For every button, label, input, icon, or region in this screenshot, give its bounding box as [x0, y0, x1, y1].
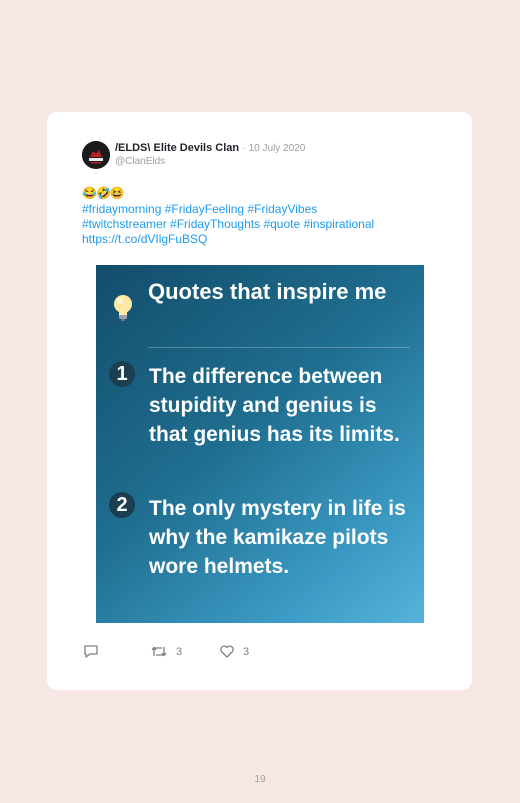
hashtag-link[interactable]: #quote — [263, 217, 300, 231]
quote-text: The difference between stupidity and gen… — [149, 365, 400, 446]
lightbulb-icon — [114, 295, 132, 321]
media-divider — [148, 347, 410, 348]
tweet-media-image[interactable]: Quotes that inspire me 1 The difference … — [96, 265, 424, 623]
tweet-actions: 3 3 — [47, 644, 472, 664]
page-number: 19 — [254, 774, 266, 785]
author-line: /ELDS\ Elite Devils Clan · 10 July 2020 — [115, 142, 305, 154]
quote-number-badge: 1 — [109, 361, 135, 387]
hashtag-link[interactable]: #fridaymorning — [82, 202, 161, 216]
author-name[interactable]: /ELDS\ Elite Devils Clan — [115, 142, 239, 154]
like-button[interactable]: 3 — [219, 644, 249, 659]
author-handle[interactable]: @ClanElds — [115, 156, 165, 167]
hashtag-link[interactable]: #inspirational — [303, 217, 374, 231]
like-count: 3 — [243, 645, 250, 658]
tweet-date[interactable]: 10 July 2020 — [249, 143, 306, 154]
hashtag-link[interactable]: #FridayThoughts — [170, 217, 260, 231]
separator-dot: · — [242, 143, 246, 154]
tweet-text: #fridaymorning #FridayFeeling #FridayVib… — [82, 202, 422, 247]
heart-icon — [220, 645, 234, 658]
hashtag-link[interactable]: #FridayVibes — [247, 202, 317, 216]
reply-button[interactable] — [83, 644, 99, 659]
hashtag-link[interactable]: #twitchstreamer — [82, 217, 167, 231]
retweet-count: 3 — [176, 645, 183, 658]
retweet-icon — [151, 646, 167, 657]
clan-logo-icon — [82, 141, 110, 169]
media-heading: Quotes that inspire me — [148, 279, 387, 304]
hashtag-link[interactable]: #FridayFeeling — [165, 202, 244, 216]
url-link[interactable]: https://t.co/dVIlgFuBSQ — [82, 232, 207, 246]
quote-number-badge: 2 — [109, 492, 135, 518]
emoji-line: 😂🤣😆 — [82, 186, 125, 200]
reply-icon — [84, 645, 98, 658]
quote-text: The only mystery in life is why the kami… — [149, 497, 406, 578]
retweet-button[interactable]: 3 — [150, 644, 182, 659]
avatar[interactable] — [82, 141, 110, 169]
tweet-card: /ELDS\ Elite Devils Clan · 10 July 2020 … — [47, 112, 472, 690]
